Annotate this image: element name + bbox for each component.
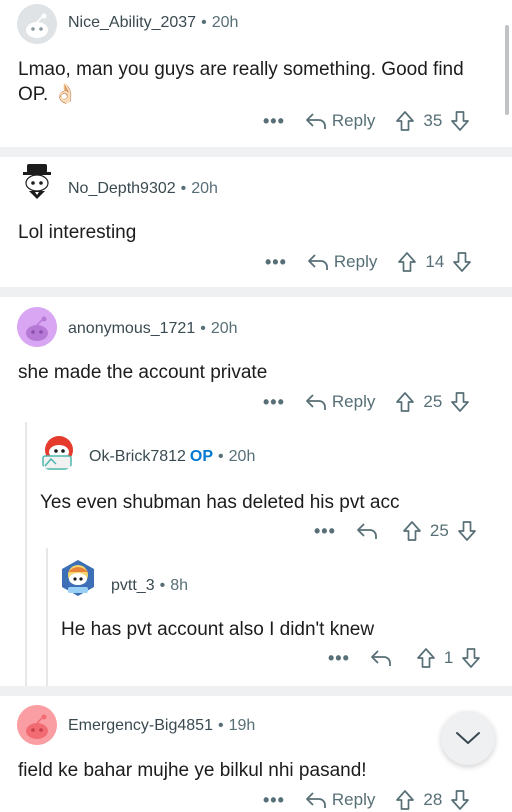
avatar[interactable]	[17, 705, 57, 745]
vote-control: 1	[416, 647, 481, 669]
comment-header: Ok-Brick7812 OP • 20h	[89, 448, 256, 465]
reply-button[interactable]: Reply	[305, 790, 375, 810]
downvote-icon[interactable]	[450, 391, 470, 413]
vote-count: 14	[425, 252, 445, 271]
reply-button[interactable]: Reply	[305, 111, 375, 131]
comment-body: field ke bahar mujhe ye bilkul nhi pasan…	[18, 760, 367, 781]
avatar[interactable]	[17, 161, 57, 201]
comment-header: Nice_Ability_2037 • 20h	[68, 14, 239, 31]
reply-button[interactable]	[370, 648, 392, 668]
downvote-icon[interactable]	[450, 789, 470, 811]
timestamp: 20h	[210, 320, 238, 337]
comment-header: pvtt_3 • 8h	[111, 577, 188, 594]
timestamp: 20h	[228, 448, 256, 465]
avatar[interactable]	[37, 432, 77, 472]
upvote-icon[interactable]	[395, 391, 415, 413]
downvote-icon[interactable]	[450, 110, 470, 132]
vote-count: 28	[423, 790, 443, 809]
comment-actions: ••• 1	[328, 646, 481, 670]
next-comment-button[interactable]	[441, 711, 495, 765]
vote-count: 25	[429, 521, 449, 540]
comment-actions: ••• 25	[314, 519, 477, 543]
thread-line	[46, 548, 48, 686]
timestamp: 20h	[211, 14, 239, 31]
vote-control: 25	[402, 520, 477, 542]
username[interactable]: Nice_Ability_2037	[68, 14, 196, 31]
username[interactable]: No_Depth9302	[68, 180, 176, 197]
username[interactable]: pvtt_3	[111, 577, 155, 594]
thread-line	[25, 422, 27, 686]
reply-icon	[306, 394, 326, 410]
downvote-icon[interactable]	[457, 520, 477, 542]
username[interactable]: Ok-Brick7812	[89, 448, 186, 465]
avatar[interactable]	[58, 558, 98, 598]
comment-body: Lmao, man you guys are really something.…	[18, 59, 464, 105]
reply-icon	[371, 650, 391, 666]
avatar[interactable]	[17, 307, 57, 347]
vote-count: 35	[423, 111, 443, 130]
comment-separator	[0, 686, 512, 696]
upvote-icon[interactable]	[397, 251, 417, 273]
avatar[interactable]	[17, 4, 57, 44]
chevron-down-icon	[456, 732, 480, 744]
comment-header: Emergency-Big4851 • 19h	[68, 717, 256, 734]
reply-icon	[306, 792, 326, 808]
more-options-icon[interactable]: •••	[263, 790, 285, 811]
username[interactable]: anonymous_1721	[68, 320, 195, 337]
comment-actions: ••• Reply 14	[265, 250, 472, 274]
vote-control: 35	[395, 110, 470, 132]
reply-icon	[306, 113, 326, 129]
comment-body: He has pvt account also I didn't knew	[61, 619, 375, 640]
comment-separator	[0, 287, 512, 297]
username[interactable]: Emergency-Big4851	[68, 717, 213, 734]
upvote-icon[interactable]	[416, 647, 436, 669]
downvote-icon[interactable]	[452, 251, 472, 273]
comment-body: she made the account private	[18, 362, 268, 383]
reply-button[interactable]: Reply	[305, 392, 375, 412]
upvote-icon[interactable]	[395, 110, 415, 132]
reply-icon	[308, 254, 328, 270]
more-options-icon[interactable]: •••	[263, 111, 285, 132]
comment-body: Lol interesting	[18, 222, 137, 243]
more-options-icon[interactable]: •••	[263, 392, 285, 413]
downvote-icon[interactable]	[461, 647, 481, 669]
comment-header: anonymous_1721 • 20h	[68, 320, 238, 337]
comment-actions: ••• Reply 28	[263, 788, 470, 812]
upvote-icon[interactable]	[395, 789, 415, 811]
vote-control: 28	[395, 789, 470, 811]
vote-count: 1	[443, 648, 454, 667]
timestamp: 20h	[191, 180, 218, 197]
timestamp: 8h	[170, 577, 188, 594]
more-options-icon[interactable]: •••	[265, 252, 287, 273]
more-options-icon[interactable]: •••	[328, 648, 350, 669]
ok-hand-emoji: 👌🏻	[53, 84, 78, 105]
reply-icon	[357, 523, 377, 539]
more-options-icon[interactable]: •••	[314, 521, 336, 542]
vote-control: 14	[397, 251, 472, 273]
scrollbar[interactable]	[505, 25, 509, 115]
timestamp: 19h	[228, 717, 256, 734]
upvote-icon[interactable]	[402, 520, 422, 542]
comment-body: Yes even shubman has deleted his pvt acc	[40, 492, 400, 513]
vote-control: 25	[395, 391, 470, 413]
vote-count: 25	[423, 392, 443, 411]
comment-actions: ••• Reply 35	[263, 109, 470, 133]
comment-header: No_Depth9302 • 20h	[68, 180, 218, 197]
reply-button[interactable]: Reply	[307, 252, 377, 272]
reply-button[interactable]	[356, 521, 378, 541]
comment-separator	[0, 147, 512, 157]
op-badge: OP	[189, 448, 214, 465]
comment-actions: ••• Reply 25	[263, 390, 470, 414]
